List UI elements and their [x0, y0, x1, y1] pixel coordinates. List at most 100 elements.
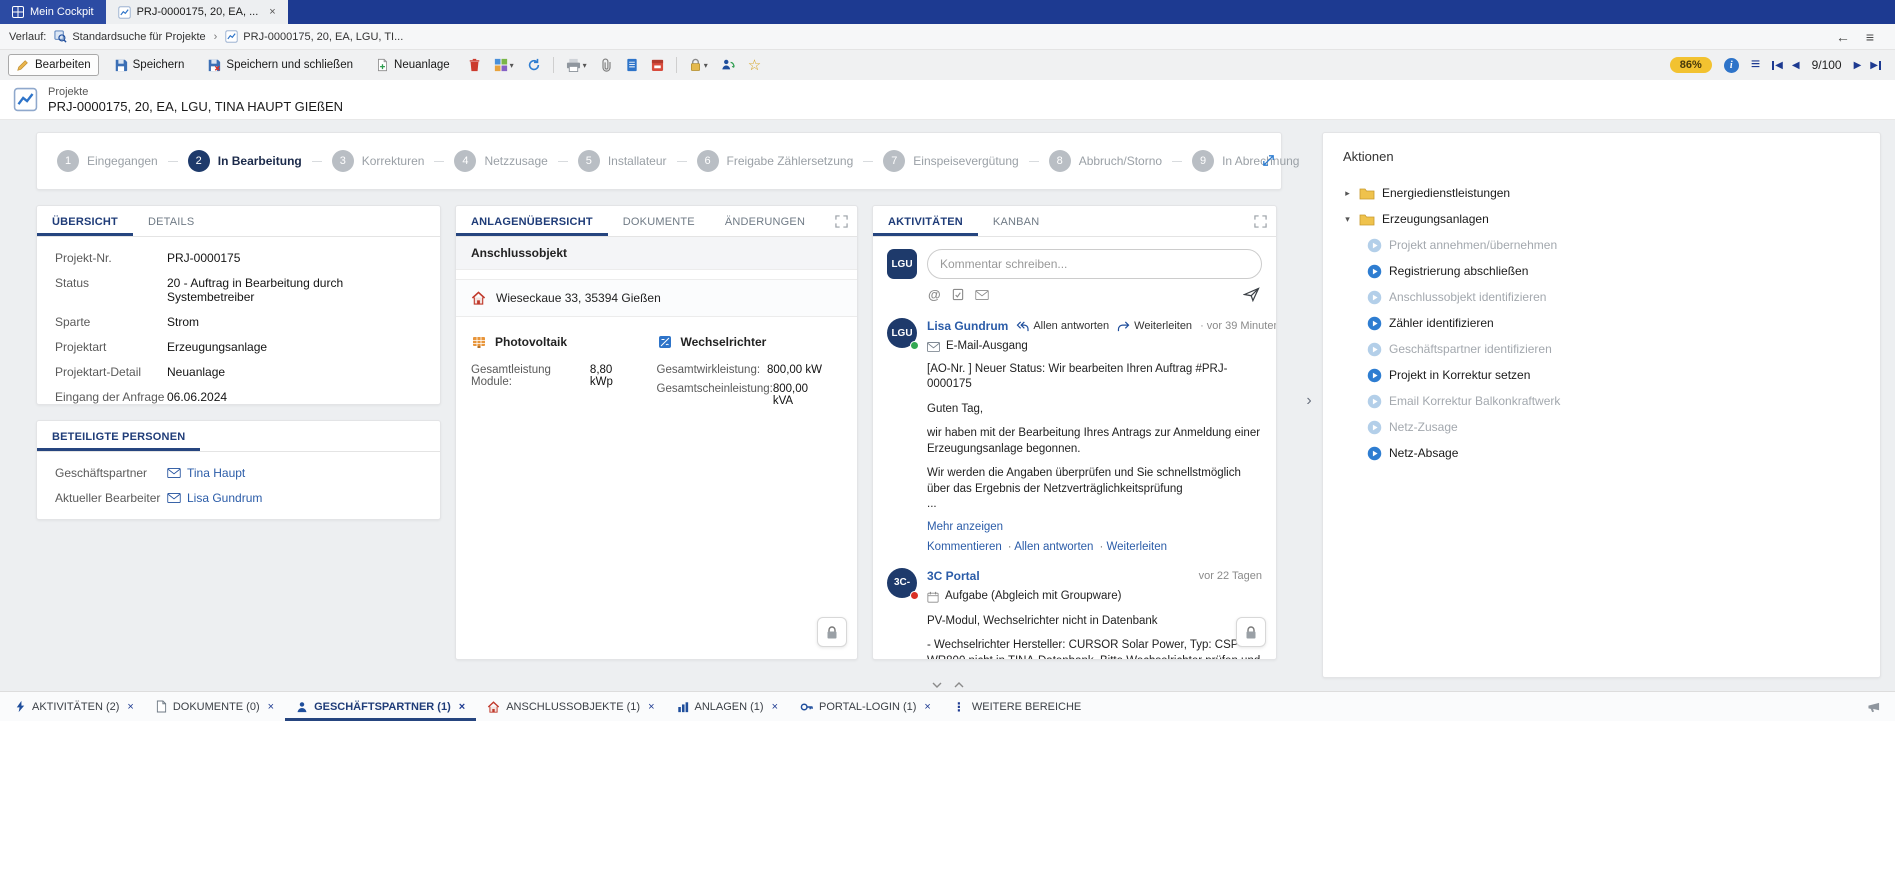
mail-icon[interactable]: [975, 290, 989, 300]
previous-record-button[interactable]: ◀: [1792, 60, 1800, 71]
close-icon[interactable]: ×: [772, 701, 778, 713]
announcement-icon[interactable]: [1867, 701, 1891, 713]
bottom-tab-anlagen[interactable]: ANLAGEN (1) ×: [666, 692, 790, 721]
lock-badge[interactable]: [817, 617, 847, 647]
assign-user-button[interactable]: [718, 55, 738, 75]
chevron-up-icon[interactable]: [954, 682, 964, 688]
reply-all-link[interactable]: Allen antworten: [1008, 540, 1094, 556]
email-body-line: Wir werden die Angaben überprüfen und Si…: [927, 466, 1262, 497]
send-icon[interactable]: [1243, 287, 1260, 302]
step-abbruch-storno[interactable]: 8Abbruch/Storno: [1049, 150, 1162, 172]
tab-aktivitaeten[interactable]: AKTIVITÄTEN: [873, 206, 978, 236]
current-editor-link[interactable]: Lisa Gundrum: [167, 491, 262, 505]
comment-input[interactable]: [927, 249, 1262, 279]
history-back-icon[interactable]: ←: [1836, 29, 1850, 45]
favorite-button[interactable]: ☆: [745, 55, 764, 76]
attachment-button[interactable]: [597, 55, 616, 75]
action-geschaeftspartner-identifizieren: Geschäftspartner identifizieren: [1323, 336, 1880, 362]
address-row[interactable]: Wieseckaue 33, 35394 Gießen: [456, 279, 857, 317]
bottom-tab-anschlussobjekte[interactable]: ANSCHLUSSOBJEKTE (1) ×: [476, 692, 665, 721]
close-icon[interactable]: ×: [459, 701, 465, 713]
step-netzzusage[interactable]: 4Netzzusage: [454, 150, 547, 172]
bottom-tab-portal-login[interactable]: PORTAL-LOGIN (1) ×: [789, 692, 942, 721]
chart-doc-icon: [118, 6, 131, 19]
folder-erzeugungsanlagen[interactable]: ▾ Erzeugungsanlagen: [1323, 206, 1880, 232]
close-icon[interactable]: ×: [268, 701, 274, 713]
lock-badge[interactable]: [1236, 617, 1266, 647]
author-link[interactable]: Lisa Gundrum: [927, 318, 1008, 334]
refresh-button[interactable]: [524, 55, 544, 75]
tab-details[interactable]: DETAILS: [133, 206, 209, 236]
step-korrekturen[interactable]: 3Korrekturen: [332, 150, 425, 172]
comment-link[interactable]: Kommentieren: [927, 540, 1002, 556]
report-button[interactable]: [623, 55, 641, 75]
action-projekt-in-korrektur[interactable]: Projekt in Korrektur setzen: [1323, 362, 1880, 388]
forward-link[interactable]: Weiterleiten: [1099, 540, 1167, 556]
reply-all-action[interactable]: Allen antworten: [1016, 319, 1109, 334]
fullscreen-icon[interactable]: [835, 215, 848, 228]
play-icon: [1367, 290, 1382, 305]
fullscreen-icon[interactable]: [1254, 215, 1267, 228]
tab-beteiligte-personen[interactable]: BETEILIGTE PERSONEN: [37, 421, 200, 451]
mention-icon[interactable]: @: [928, 287, 941, 302]
info-icon[interactable]: i: [1724, 58, 1739, 73]
bottom-tab-dokumente[interactable]: DOKUMENTE (0) ×: [145, 692, 285, 721]
step-in-abrechnung[interactable]: 9In Abrechnung: [1192, 150, 1299, 172]
close-icon[interactable]: ×: [269, 6, 275, 18]
inverter-icon: [657, 334, 673, 350]
first-record-button[interactable]: ◀: [1772, 60, 1783, 71]
close-icon[interactable]: ×: [924, 701, 930, 713]
save-button[interactable]: Speichern: [106, 54, 193, 76]
author-link[interactable]: 3C Portal: [927, 568, 980, 584]
window-tab-label: Mein Cockpit: [30, 6, 94, 18]
padlock-icon: [689, 58, 702, 72]
close-icon[interactable]: ×: [648, 701, 654, 713]
tab-dokumente[interactable]: DOKUMENTE: [608, 206, 710, 236]
folder-energiedienstleistungen[interactable]: ▸ Energiedienstleistungen: [1323, 180, 1880, 206]
window-tab-project[interactable]: PRJ-0000175, 20, EA, ... ×: [106, 0, 288, 24]
close-icon[interactable]: ×: [127, 701, 133, 713]
lock-button[interactable]: ▾: [686, 55, 711, 75]
table-view-button[interactable]: ▾: [491, 55, 517, 75]
forward-action[interactable]: Weiterleiten: [1117, 319, 1192, 334]
history-list-icon[interactable]: ≡: [1866, 29, 1874, 45]
action-zaehler-identifizieren[interactable]: Zähler identifizieren: [1323, 310, 1880, 336]
person-icon: [296, 701, 308, 713]
breadcrumb-item-search[interactable]: Standardsuche für Projekte: [54, 30, 205, 43]
more-areas-button[interactable]: ⋮ WEITERE BEREICHE: [942, 700, 1092, 714]
step-eingegangen[interactable]: 1Eingegangen: [57, 150, 158, 172]
tab-uebersicht[interactable]: ÜBERSICHT: [37, 206, 133, 236]
breadcrumb-item-project[interactable]: PRJ-0000175, 20, EA, LGU, TI...: [225, 30, 403, 43]
step-in-bearbeitung[interactable]: 2In Bearbeitung: [188, 150, 302, 172]
appointment-button[interactable]: [648, 55, 667, 75]
step-freigabe-zaehlersetzung[interactable]: 6Freigabe Zählersetzung: [697, 150, 854, 172]
print-button[interactable]: ▾: [563, 55, 590, 75]
bottom-tab-geschaeftspartner[interactable]: GESCHÄFTSPARTNER (1) ×: [285, 692, 476, 721]
tab-anlagenuebersicht[interactable]: ANLAGENÜBERSICHT: [456, 206, 608, 236]
step-installateur[interactable]: 5Installateur: [578, 150, 667, 172]
next-record-button[interactable]: ▶: [1854, 60, 1862, 71]
solar-panel-icon: [471, 334, 487, 350]
pv-title: Photovoltaik: [495, 335, 567, 349]
delete-button[interactable]: [465, 55, 484, 75]
actions-panel: Aktionen ▸ Energiedienstleistungen ▾ Erz…: [1322, 132, 1881, 678]
save-and-close-button[interactable]: Speichern und schließen: [199, 54, 361, 76]
tab-aenderungen[interactable]: ÄNDERUNGEN: [710, 206, 820, 236]
edit-button[interactable]: Bearbeiten: [8, 54, 99, 76]
caret-right-icon: ▸: [1343, 188, 1352, 199]
tab-kanban[interactable]: KANBAN: [978, 206, 1054, 236]
chevron-down-icon[interactable]: [932, 682, 942, 688]
hamburger-menu-icon[interactable]: ≡: [1751, 56, 1760, 74]
last-record-button[interactable]: ▶: [1870, 60, 1881, 71]
window-tab-cockpit[interactable]: Mein Cockpit: [0, 0, 106, 24]
bottom-tab-aktivitaeten[interactable]: AKTIVITÄTEN (2) ×: [4, 692, 145, 721]
action-netz-absage[interactable]: Netz-Absage: [1323, 440, 1880, 466]
expand-diagonal-icon[interactable]: [1261, 153, 1276, 168]
action-registrierung-abschliessen[interactable]: Registrierung abschließen: [1323, 258, 1880, 284]
step-einspeiseverguetung[interactable]: 7Einspeisevergütung: [883, 150, 1018, 172]
new-record-button[interactable]: Neuanlage: [368, 54, 458, 76]
panel-collapse-handle[interactable]: ›: [1300, 388, 1318, 414]
business-partner-link[interactable]: Tina Haupt: [167, 466, 245, 480]
show-more-link[interactable]: Mehr anzeigen: [927, 520, 1262, 536]
task-icon[interactable]: [952, 288, 964, 301]
